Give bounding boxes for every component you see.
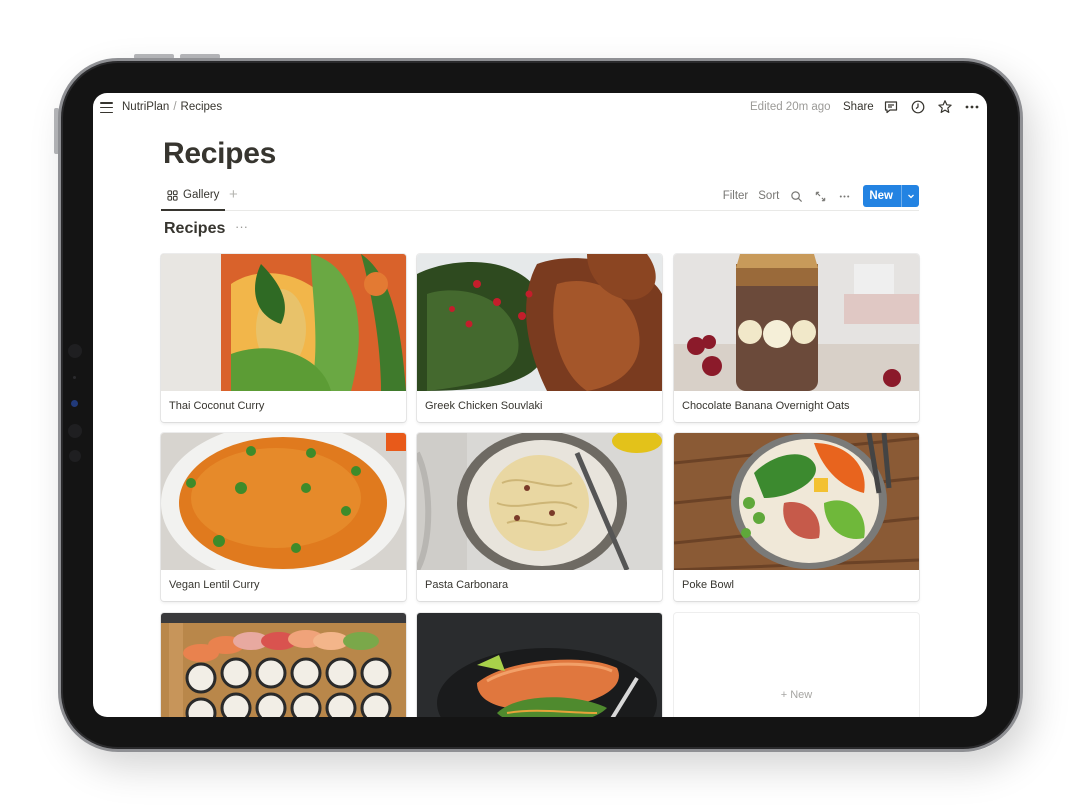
view-actions: Filter Sort New [713, 185, 919, 207]
search-icon[interactable] [789, 189, 803, 203]
database-more-button[interactable]: ··· [235, 219, 248, 234]
breadcrumb-page[interactable]: Recipes [181, 101, 223, 113]
breadcrumb: NutriPlan / Recipes [122, 101, 222, 113]
gallery-card[interactable]: Pasta Carbonara [417, 433, 662, 601]
camera-lens [68, 344, 82, 358]
database-title: Recipes [164, 220, 226, 237]
breadcrumb-separator: / [173, 101, 177, 113]
tab-gallery[interactable]: Gallery [161, 181, 226, 211]
top-bar: NutriPlan / Recipes Edited 20m ago Share [93, 93, 987, 123]
front-camera [71, 400, 78, 407]
card-cover-image [417, 613, 662, 717]
gallery-card[interactable]: Vegan Lentil Curry [161, 433, 406, 601]
breadcrumb-workspace[interactable]: NutriPlan [122, 101, 169, 113]
share-button[interactable]: Share [843, 101, 874, 113]
sort-button[interactable]: Sort [758, 190, 779, 202]
card-title: Pasta Carbonara [425, 579, 509, 591]
sensor-dot [73, 376, 76, 379]
new-button-group: New [863, 185, 919, 207]
new-card-label: + New [780, 689, 813, 701]
page-title: Recipes [163, 137, 276, 170]
add-view-button[interactable]: + [229, 186, 238, 203]
new-card-button[interactable]: + New [674, 613, 919, 717]
menu-icon[interactable] [100, 102, 113, 114]
more-icon[interactable] [964, 99, 980, 115]
camera-lens [69, 450, 81, 462]
filter-button[interactable]: Filter [723, 190, 749, 202]
history-icon[interactable] [910, 99, 926, 115]
new-button[interactable]: New [863, 185, 901, 207]
card-title: Greek Chicken Souvlaki [425, 400, 543, 412]
gallery-card[interactable]: Thai Coconut Curry [161, 254, 406, 422]
card-cover-image [674, 254, 919, 391]
chevron-down-icon [907, 194, 914, 199]
view-more-icon[interactable] [837, 189, 851, 203]
gallery-card[interactable]: Chocolate Banana Overnight Oats [674, 254, 919, 422]
comment-icon[interactable] [883, 99, 899, 115]
card-cover-image [674, 433, 919, 570]
star-icon[interactable] [937, 99, 953, 115]
edited-timestamp: Edited 20m ago [750, 101, 831, 113]
view-bar: Gallery + Filter Sort New [161, 181, 919, 211]
gallery-card[interactable]: Poke Bowl [674, 433, 919, 601]
camera-lens [68, 424, 82, 438]
gallery-card[interactable]: Greek Chicken Souvlaki [417, 254, 662, 422]
card-cover-image [161, 433, 406, 570]
card-title: Vegan Lentil Curry [169, 579, 260, 591]
gallery-card[interactable] [161, 613, 406, 717]
card-title: Poke Bowl [682, 579, 734, 591]
card-title: Chocolate Banana Overnight Oats [682, 400, 850, 412]
expand-icon[interactable] [813, 189, 827, 203]
card-title: Thai Coconut Curry [169, 400, 265, 412]
app-screen: NutriPlan / Recipes Edited 20m ago Share R… [93, 93, 987, 717]
tab-gallery-label: Gallery [183, 189, 220, 201]
card-cover-image [417, 254, 662, 391]
card-cover-image [161, 613, 406, 717]
camera-array [66, 342, 84, 472]
gallery-card[interactable] [417, 613, 662, 717]
gallery-icon [167, 189, 178, 201]
new-dropdown-button[interactable] [901, 185, 919, 207]
card-cover-image [417, 433, 662, 570]
card-cover-image [161, 254, 406, 391]
